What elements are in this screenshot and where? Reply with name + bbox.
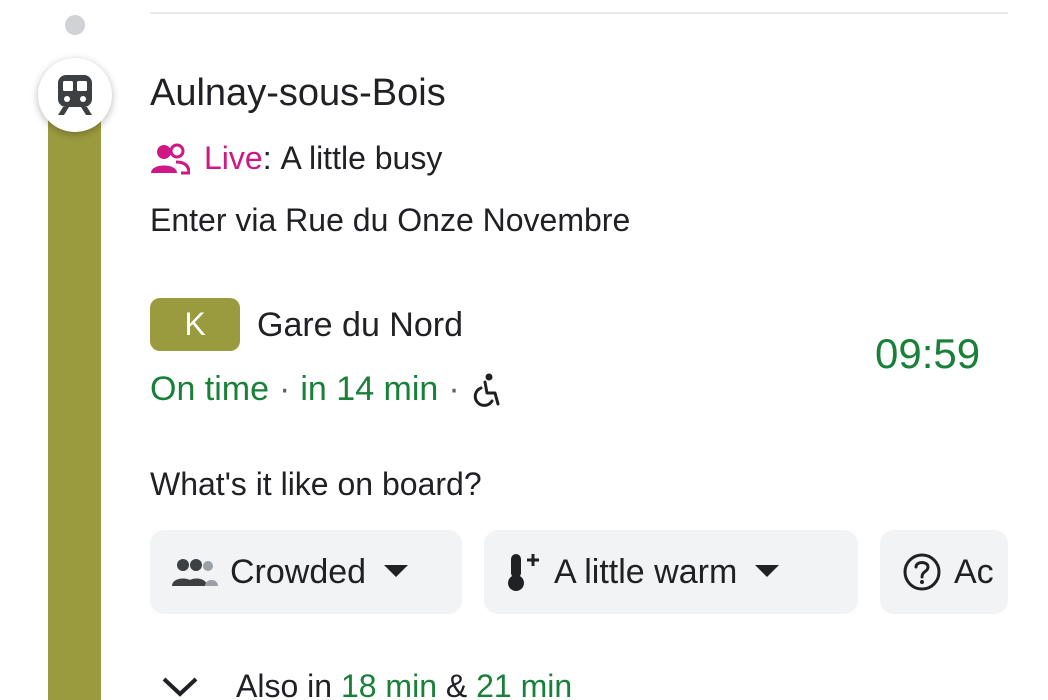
- separator: ·: [279, 370, 291, 408]
- on-time-label: On time: [150, 370, 270, 408]
- crowded-label: Crowded: [230, 552, 367, 591]
- temperature-chip[interactable]: A little warm: [484, 530, 858, 614]
- line-badge: K: [150, 298, 240, 351]
- live-separator: :: [262, 140, 272, 176]
- station-marker: [38, 58, 112, 132]
- train-icon: [58, 75, 92, 115]
- entrance-info: Enter via Rue du Onze Novembre: [150, 202, 631, 238]
- route-line: [48, 100, 101, 700]
- accessibility-label: Ac: [954, 552, 994, 591]
- more-departures-toggle[interactable]: Also in 18 min & 21 min: [160, 668, 572, 700]
- scroll-edge: [1008, 0, 1048, 700]
- separator: ·: [448, 370, 460, 408]
- ampersand: &: [445, 668, 468, 700]
- departure-time: 09:59: [875, 330, 981, 377]
- people-icon: [151, 143, 190, 174]
- live-busyness: Live: A little busy: [150, 140, 442, 177]
- accessibility-chip[interactable]: Ac: [880, 530, 1008, 614]
- previous-stop-dot: [65, 15, 85, 35]
- people-icon: [172, 559, 218, 586]
- dropdown-arrow-icon: [384, 565, 409, 577]
- live-status: A little busy: [280, 140, 443, 176]
- onboard-question: What's it like on board?: [150, 466, 482, 502]
- next-departure-1: 18 min: [340, 668, 437, 700]
- departure-status: On time · in 14 min ·: [150, 370, 502, 409]
- also-label: Also in: [236, 668, 333, 700]
- question-icon: [903, 553, 941, 591]
- transit-step: Aulnay-sous-Bois Live: A little busy Ent…: [0, 0, 1048, 700]
- destination: Gare du Nord: [257, 306, 463, 344]
- divider: [150, 12, 1008, 14]
- station-name: Aulnay-sous-Bois: [150, 72, 446, 114]
- dropdown-arrow-icon: [755, 565, 780, 577]
- eta-label: in 14 min: [300, 370, 439, 408]
- chevron-down-icon: [162, 677, 198, 697]
- wheelchair-accessible-icon: [473, 373, 500, 407]
- next-departure-2: 21 min: [476, 668, 573, 700]
- temperature-label: A little warm: [554, 552, 738, 591]
- thermometer-plus-icon: [508, 554, 539, 591]
- crowded-chip[interactable]: Crowded: [150, 530, 462, 614]
- live-label: Live: [204, 140, 263, 176]
